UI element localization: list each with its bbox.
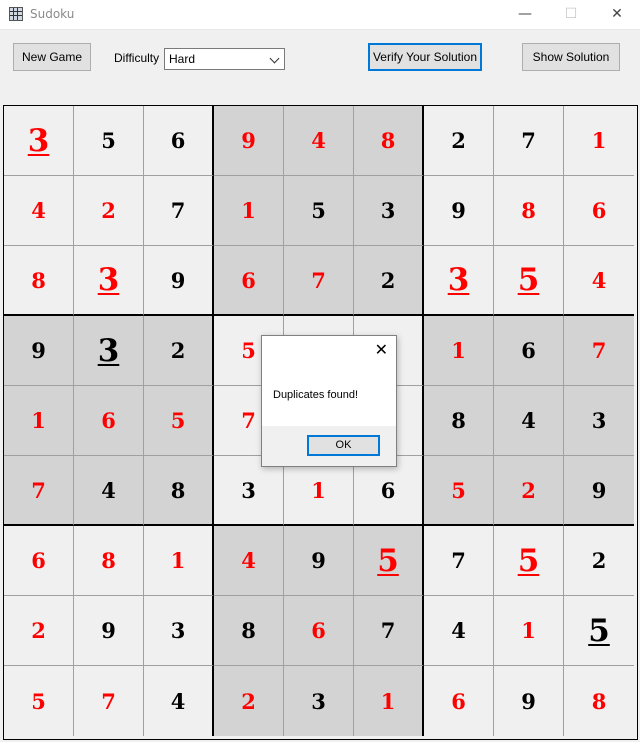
sudoku-cell[interactable]: 2	[4, 596, 74, 666]
dialog-footer: OK	[262, 426, 396, 466]
maximize-button[interactable]: ☐	[548, 0, 594, 30]
sudoku-cell[interactable]: 7	[424, 526, 494, 596]
dialog-message: Duplicates found!	[273, 389, 358, 401]
sudoku-cell[interactable]: 3	[74, 316, 144, 386]
sudoku-cell[interactable]: 2	[564, 526, 634, 596]
sudoku-cell[interactable]: 4	[144, 666, 214, 736]
sudoku-cell[interactable]: 7	[494, 106, 564, 176]
dialog-close-button[interactable]: ✕	[375, 340, 388, 359]
sudoku-cell[interactable]: 3	[74, 246, 144, 316]
sudoku-cell[interactable]: 8	[424, 386, 494, 456]
sudoku-cell[interactable]: 8	[144, 456, 214, 526]
sudoku-cell[interactable]: 8	[354, 106, 424, 176]
sudoku-cell[interactable]: 6	[564, 176, 634, 246]
sudoku-cell[interactable]: 1	[214, 176, 284, 246]
sudoku-cell[interactable]: 6	[424, 666, 494, 736]
sudoku-cell[interactable]: 2	[214, 666, 284, 736]
message-dialog: ✕ Duplicates found! OK	[261, 335, 397, 467]
ok-button[interactable]: OK	[307, 435, 380, 456]
show-solution-button[interactable]: Show Solution	[522, 43, 620, 71]
sudoku-cell[interactable]: 8	[564, 666, 634, 736]
sudoku-cell[interactable]: 2	[354, 246, 424, 316]
sudoku-cell[interactable]: 8	[74, 526, 144, 596]
sudoku-cell[interactable]: 2	[144, 316, 214, 386]
sudoku-cell[interactable]: 8	[4, 246, 74, 316]
sudoku-cell[interactable]: 1	[4, 386, 74, 456]
sudoku-cell[interactable]: 4	[284, 106, 354, 176]
sudoku-cell[interactable]: 5	[284, 176, 354, 246]
sudoku-cell[interactable]: 5	[4, 666, 74, 736]
sudoku-cell[interactable]: 6	[494, 316, 564, 386]
sudoku-cell[interactable]: 7	[144, 176, 214, 246]
sudoku-cell[interactable]: 9	[74, 596, 144, 666]
sudoku-cell[interactable]: 7	[354, 596, 424, 666]
sudoku-cell[interactable]: 6	[74, 386, 144, 456]
difficulty-select[interactable]: Hard	[164, 48, 285, 70]
sudoku-cell[interactable]: 1	[424, 316, 494, 386]
window-title: Sudoku	[30, 7, 75, 21]
sudoku-cell[interactable]: 5	[564, 596, 634, 666]
difficulty-value: Hard	[169, 52, 196, 66]
sudoku-cell[interactable]: 5	[74, 106, 144, 176]
sudoku-cell[interactable]: 9	[424, 176, 494, 246]
sudoku-cell[interactable]: 4	[214, 526, 284, 596]
sudoku-cell[interactable]: 3	[144, 596, 214, 666]
sudoku-cell[interactable]: 7	[4, 456, 74, 526]
sudoku-cell[interactable]: 5	[354, 526, 424, 596]
sudoku-cell[interactable]: 3	[424, 246, 494, 316]
new-game-button[interactable]: New Game	[13, 43, 91, 71]
sudoku-cell[interactable]: 6	[284, 596, 354, 666]
toolbar: New Game Difficulty Hard Verify Your Sol…	[0, 30, 640, 102]
sudoku-cell[interactable]: 1	[494, 596, 564, 666]
chevron-down-icon	[269, 53, 280, 64]
sudoku-cell[interactable]: 4	[494, 386, 564, 456]
sudoku-cell[interactable]: 5	[494, 526, 564, 596]
sudoku-cell[interactable]: 6	[144, 106, 214, 176]
sudoku-cell[interactable]: 5	[144, 386, 214, 456]
sudoku-cell[interactable]: 5	[424, 456, 494, 526]
sudoku-cell[interactable]: 1	[144, 526, 214, 596]
minimize-button[interactable]: —	[502, 0, 548, 30]
sudoku-cell[interactable]: 2	[494, 456, 564, 526]
sudoku-cell[interactable]: 6	[4, 526, 74, 596]
sudoku-cell[interactable]: 4	[424, 596, 494, 666]
sudoku-cell[interactable]: 9	[144, 246, 214, 316]
sudoku-cell[interactable]: 8	[214, 596, 284, 666]
title-bar: Sudoku — ☐ ✕	[0, 0, 640, 30]
sudoku-cell[interactable]: 6	[214, 246, 284, 316]
sudoku-app-icon	[9, 7, 23, 21]
sudoku-cell[interactable]: 9	[214, 106, 284, 176]
sudoku-cell[interactable]: 3	[354, 176, 424, 246]
sudoku-cell[interactable]: 4	[74, 456, 144, 526]
sudoku-cell[interactable]: 4	[564, 246, 634, 316]
sudoku-cell[interactable]: 9	[494, 666, 564, 736]
sudoku-cell[interactable]: 5	[494, 246, 564, 316]
sudoku-cell[interactable]: 7	[284, 246, 354, 316]
sudoku-cell[interactable]: 2	[424, 106, 494, 176]
sudoku-cell[interactable]: 2	[74, 176, 144, 246]
difficulty-label: Difficulty	[114, 51, 160, 65]
sudoku-cell[interactable]: 9	[564, 456, 634, 526]
sudoku-cell[interactable]: 3	[564, 386, 634, 456]
sudoku-cell[interactable]: 8	[494, 176, 564, 246]
sudoku-cell[interactable]: 4	[4, 176, 74, 246]
sudoku-cell[interactable]: 9	[284, 526, 354, 596]
sudoku-cell[interactable]: 7	[74, 666, 144, 736]
sudoku-cell[interactable]: 7	[564, 316, 634, 386]
sudoku-cell[interactable]: 1	[354, 666, 424, 736]
sudoku-cell[interactable]: 9	[4, 316, 74, 386]
sudoku-cell[interactable]: 3	[4, 106, 74, 176]
close-window-button[interactable]: ✕	[594, 0, 640, 30]
verify-solution-button[interactable]: Verify Your Solution	[368, 43, 482, 71]
sudoku-cell[interactable]: 1	[564, 106, 634, 176]
sudoku-cell[interactable]: 3	[284, 666, 354, 736]
